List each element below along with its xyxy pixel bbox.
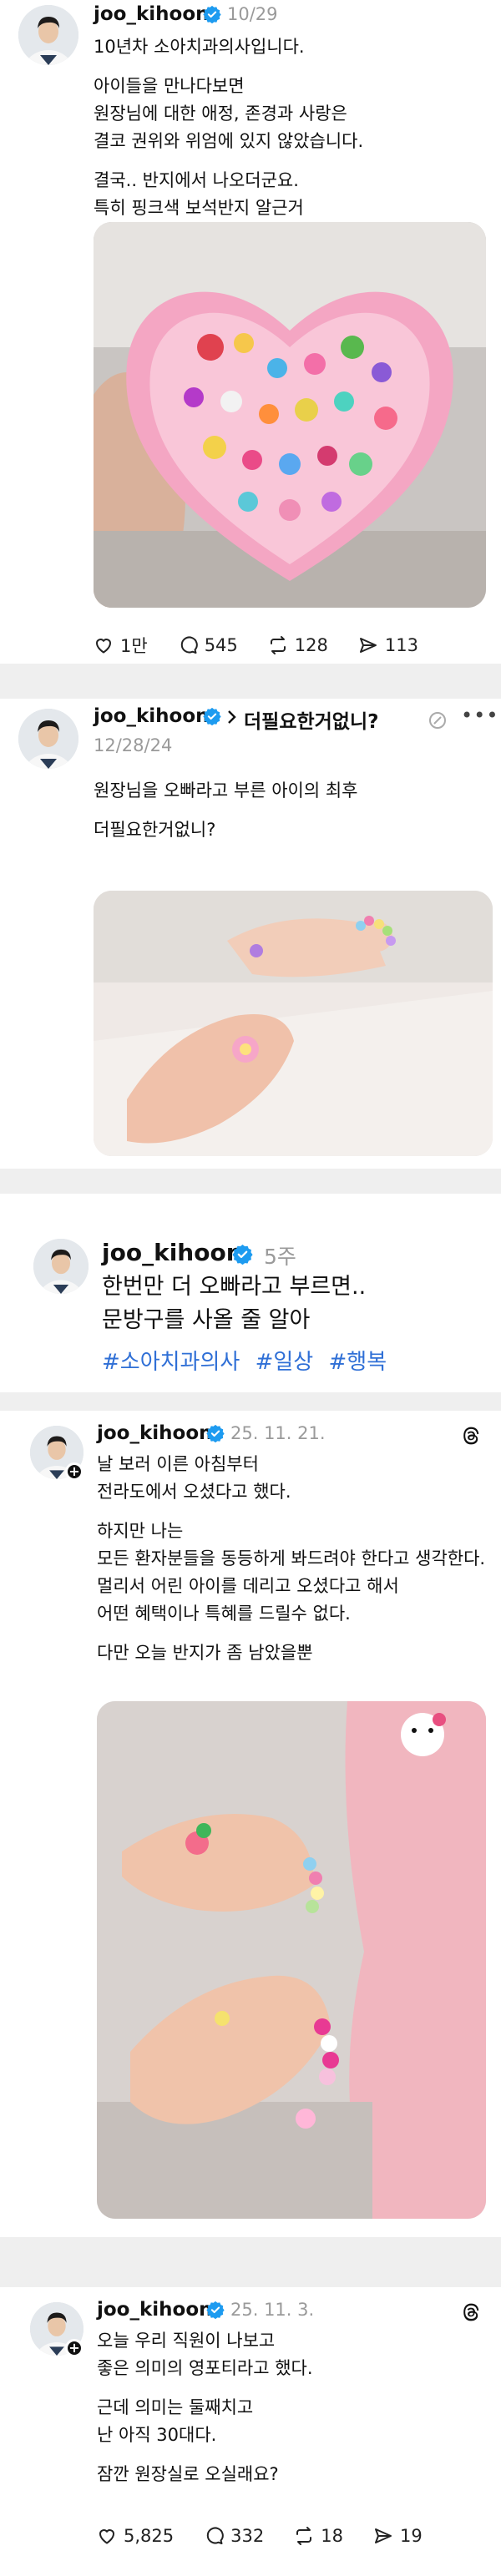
repost-icon bbox=[296, 2527, 312, 2545]
repost-button[interactable]: 18 bbox=[294, 2526, 343, 2546]
text-line: 특히 핑크색 보석반지 알근거 bbox=[94, 198, 304, 218]
post-image-child-hands-bracelets[interactable] bbox=[97, 1701, 486, 2219]
text-line: 원장님에 대한 애정, 존경과 사랑은 bbox=[94, 104, 347, 124]
repost-button[interactable]: 128 bbox=[268, 635, 328, 655]
verified-badge-icon bbox=[206, 2301, 225, 2319]
text-line: 좋은 의미의 영포티라고 했다. bbox=[97, 2358, 313, 2378]
post-text: 한번만 더 오빠라고 부르면.. 문방구를 사올 줄 알아 bbox=[102, 1270, 366, 1337]
post-time: 5주 bbox=[264, 1245, 296, 1269]
username[interactable]: joo_kihoon bbox=[97, 1422, 213, 1444]
post-text: 날 보러 이른 아침부터 전라도에서 오셨다고 했다. 하지만 나는 모든 환자… bbox=[97, 1451, 485, 1667]
post-text: 10년차 소아치과의사입니다. 아이들을 만나다보면 원장님에 대한 애정, 존… bbox=[94, 33, 363, 222]
thread-post-4: + joo_kihoon 25. 11. 21. 날 보러 이른 아침부터 전라… bbox=[0, 1411, 501, 2237]
username[interactable]: joo_kihoon bbox=[102, 1239, 243, 1266]
comment-button[interactable]: 332 bbox=[204, 2526, 264, 2546]
repost-count: 18 bbox=[321, 2526, 343, 2546]
verified-badge-icon bbox=[203, 707, 221, 725]
post-image-heart-ring-box[interactable] bbox=[94, 222, 486, 608]
avatar[interactable] bbox=[18, 709, 78, 769]
share-count: 19 bbox=[399, 2526, 423, 2546]
reply-target[interactable]: 더필요한거없니? bbox=[244, 705, 378, 734]
share-button[interactable]: 19 bbox=[373, 2526, 423, 2546]
chevron-right-icon bbox=[228, 710, 236, 724]
hashtag-link[interactable]: #소아치과의사 bbox=[102, 1350, 240, 1375]
text-line: 모든 환자분들을 동등하게 봐드려야 한다고 생각한다. bbox=[97, 1548, 486, 1568]
verified-badge-icon bbox=[206, 1424, 225, 1442]
like-count: 5,825 bbox=[124, 2526, 175, 2546]
text-line: 결코 권위와 위엄에 있지 않았습니다. bbox=[94, 131, 364, 151]
text-line: 한번만 더 오빠라고 부르면.. bbox=[102, 1274, 367, 1300]
text-line: 전라도에서 오셨다고 했다. bbox=[97, 1482, 291, 1502]
hashtag-link[interactable]: #행복 bbox=[328, 1350, 387, 1375]
post-image-child-hands-rings[interactable] bbox=[94, 891, 493, 1156]
text-line: 아이들을 만나다보면 bbox=[94, 76, 245, 96]
text-line: 결국.. 반지에서 나오더군요. bbox=[94, 170, 299, 190]
text-line: 문방구를 사올 줄 알아 bbox=[102, 1307, 311, 1333]
post-time: 25. 11. 3. bbox=[230, 2300, 315, 2320]
post-time: 10/29 bbox=[227, 4, 278, 24]
avatar[interactable] bbox=[18, 5, 78, 65]
heart-icon bbox=[99, 2529, 115, 2544]
thread-post-2: joo_kihoon 더필요한거없니? 12/28/24 ••• 원장님을 오빠… bbox=[0, 699, 501, 1169]
avatar[interactable] bbox=[33, 1239, 89, 1294]
post-divider bbox=[0, 2237, 501, 2287]
username[interactable]: joo_kihoon bbox=[97, 2299, 213, 2321]
post-time: 12/28/24 bbox=[94, 735, 173, 755]
verified-badge-icon bbox=[232, 1244, 253, 1265]
send-icon bbox=[374, 2528, 392, 2543]
hashtags: #소아치과의사 #일상 #행복 bbox=[102, 1349, 395, 1376]
like-count: 1만 bbox=[120, 636, 148, 656]
send-icon bbox=[359, 638, 377, 653]
post-text: 오늘 우리 직원이 나보고 좋은 의미의 영포티라고 했다. 근데 의미는 둘째… bbox=[97, 2327, 313, 2488]
post-actions: 1만 545 128 113 bbox=[94, 633, 448, 658]
username[interactable]: joo_kihoon bbox=[94, 3, 210, 25]
text-line: 10년차 소아치과의사입니다. bbox=[94, 37, 305, 57]
verified-badge-icon bbox=[203, 5, 221, 23]
heart-icon bbox=[95, 639, 112, 654]
text-line: 하지만 나는 bbox=[97, 1521, 184, 1541]
text-line: 멀리서 어린 아이를 데리고 오셨다고 해서 bbox=[97, 1576, 399, 1596]
thread-post-1: joo_kihoon 10/29 10년차 소아치과의사입니다. 아이들을 만나… bbox=[0, 0, 501, 659]
post-divider bbox=[0, 1169, 501, 1194]
like-button[interactable]: 5,825 bbox=[97, 2526, 174, 2546]
follow-plus-icon[interactable]: + bbox=[65, 2339, 84, 2357]
share-button[interactable]: 113 bbox=[358, 635, 418, 655]
post-divider bbox=[0, 664, 501, 699]
text-line: 날 보러 이른 아침부터 bbox=[97, 1454, 259, 1474]
text-line: 오늘 우리 직원이 나보고 bbox=[97, 2331, 276, 2351]
username[interactable]: joo_kihoon bbox=[94, 705, 210, 727]
post-actions: 5,825 332 18 19 bbox=[97, 2526, 453, 2546]
follow-plus-icon[interactable]: + bbox=[65, 1462, 84, 1481]
post-time: 25. 11. 21. bbox=[230, 1423, 326, 1443]
text-line: 잠깐 원장실로 오실래요? bbox=[97, 2464, 279, 2484]
text-line: 어떤 혜택이나 특혜를 드릴수 없다. bbox=[97, 1604, 351, 1624]
text-line: 원장님을 오빠라고 부른 아이의 최후 bbox=[94, 780, 358, 801]
more-options-icon[interactable]: ••• bbox=[461, 704, 498, 727]
threads-logo-icon[interactable] bbox=[461, 1426, 481, 1446]
thread-post-5: + joo_kihoon 25. 11. 3. 오늘 우리 직원이 나보고 좋은… bbox=[0, 2287, 501, 2576]
comment-count: 545 bbox=[204, 635, 238, 655]
pin-icon[interactable] bbox=[428, 710, 448, 730]
thread-post-3: joo_kihoon 5주 한번만 더 오빠라고 부르면.. 문방구를 사올 줄… bbox=[0, 1194, 501, 1387]
hashtag-link[interactable]: #일상 bbox=[256, 1350, 314, 1375]
post-divider bbox=[0, 1392, 501, 1411]
repost-icon bbox=[270, 636, 286, 654]
text-line: 다만 오늘 반지가 좀 남았을뿐 bbox=[97, 1643, 313, 1663]
comment-button[interactable]: 545 bbox=[178, 635, 238, 655]
repost-count: 128 bbox=[294, 635, 328, 655]
share-count: 113 bbox=[384, 635, 418, 655]
post-text: 원장님을 오빠라고 부른 아이의 최후 더필요한거없니? bbox=[94, 777, 358, 844]
text-line: 난 아직 30대다. bbox=[97, 2425, 217, 2445]
threads-logo-icon[interactable] bbox=[461, 2302, 481, 2322]
text-line: 근데 의미는 둘째치고 bbox=[97, 2397, 254, 2417]
comment-count: 332 bbox=[230, 2526, 265, 2546]
like-button[interactable]: 1만 bbox=[94, 633, 148, 658]
text-line: 더필요한거없니? bbox=[94, 820, 216, 840]
comment-bubble-icon bbox=[206, 2527, 224, 2544]
comment-bubble-icon bbox=[180, 636, 198, 654]
